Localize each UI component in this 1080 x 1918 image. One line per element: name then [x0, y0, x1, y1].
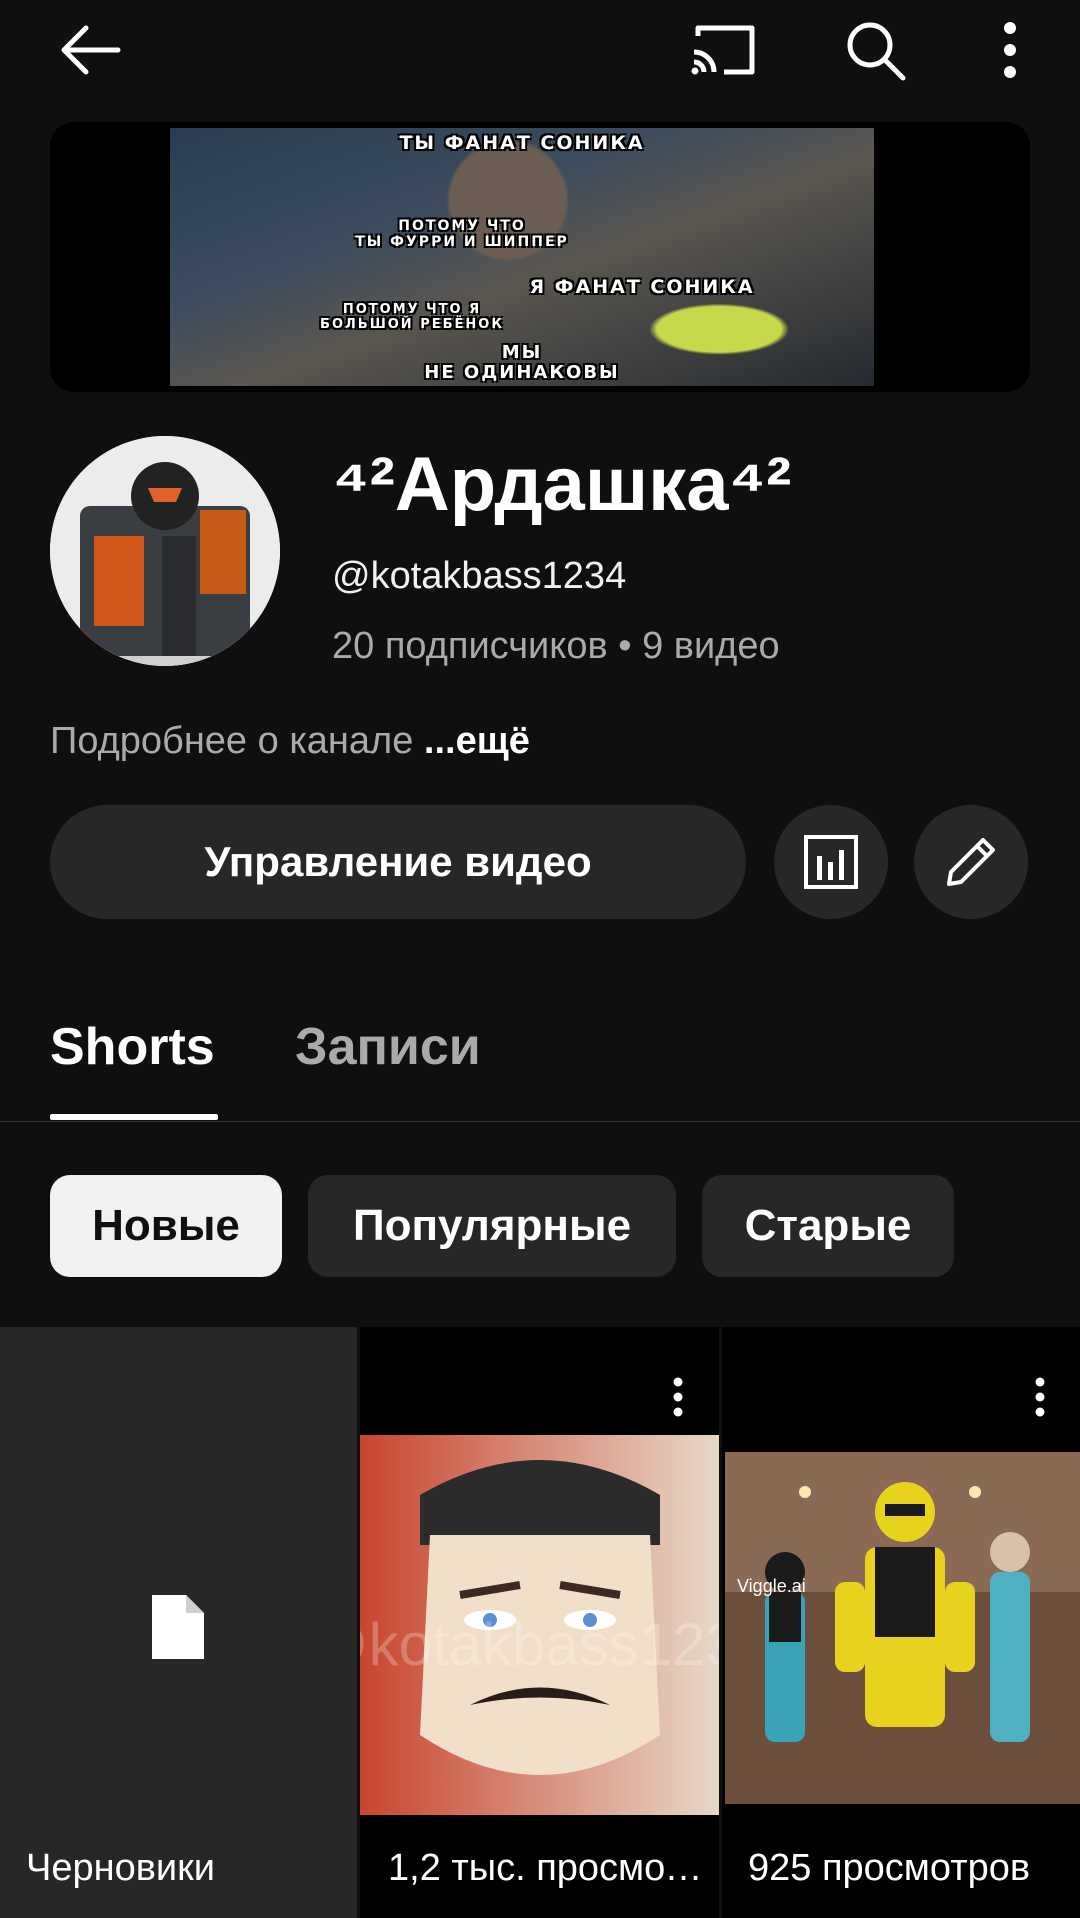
tab-posts[interactable]: Записи	[295, 1012, 481, 1082]
banner-text-line: ТЫ ФУРРИ И ШИППЕР	[355, 234, 569, 250]
short-tile[interactable]: Viggle.ai 925 просмотров	[722, 1327, 1080, 1918]
chip-popular[interactable]: Популярные	[308, 1175, 676, 1277]
top-app-bar	[0, 0, 1080, 100]
watermark-text: Viggle.ai	[737, 1576, 806, 1596]
about-text: Подробнее о канале	[50, 720, 414, 762]
channel-about-link[interactable]: Подробнее о канале ...ещё	[50, 716, 530, 766]
search-icon	[847, 22, 906, 81]
channel-handle: @kotakbass1234	[332, 555, 627, 597]
banner-text-line: ТЫ ФАНАТ СОНИКА	[399, 132, 645, 154]
channel-banner: ТЫ ФАНАТ СОНИКА ПОТОМУ ЧТО ТЫ ФУРРИ И ШИ…	[50, 122, 1030, 392]
robot-avatar-icon	[50, 436, 280, 666]
manage-videos-button[interactable]: Управление видео	[50, 805, 746, 919]
channel-name: ⁴²Ардашка⁴²	[332, 442, 792, 527]
tab-shorts[interactable]: Shorts	[50, 1012, 215, 1082]
banner-image: ТЫ ФАНАТ СОНИКА ПОТОМУ ЧТО ТЫ ФУРРИ И ШИ…	[170, 128, 874, 386]
analytics-button[interactable]	[774, 805, 888, 919]
short-thumbnail: Viggle.ai	[725, 1452, 1080, 1804]
short-thumbnail: @kotakbass1234	[360, 1435, 719, 1815]
drafts-tile[interactable]: Черновики	[0, 1327, 357, 1918]
banner-text-line: ПОТОМУ ЧТО	[398, 218, 526, 234]
chip-oldest[interactable]: Старые	[702, 1175, 954, 1277]
analytics-icon	[804, 835, 858, 889]
banner-text-line: НЕ ОДИНАКОВЫ	[424, 362, 620, 383]
pencil-icon	[947, 838, 995, 886]
more-options-button[interactable]	[970, 10, 1050, 90]
banner-text-line: МЫ	[501, 342, 543, 363]
channel-avatar[interactable]	[50, 436, 280, 666]
chip-newest[interactable]: Новые	[50, 1175, 282, 1277]
more-vert-icon	[673, 1377, 683, 1417]
short-more-button[interactable]	[658, 1367, 698, 1427]
more-vert-icon	[1035, 1377, 1045, 1417]
arrow-left-icon	[61, 25, 121, 75]
drafts-label: Черновики	[26, 1847, 215, 1889]
more-vert-icon	[1004, 22, 1016, 78]
cast-icon	[691, 25, 754, 75]
banner-text-line: ПОТОМУ ЧТО Я	[342, 302, 482, 317]
short-tile[interactable]: @kotakbass1234 1,2 тыс. просмотров	[360, 1327, 719, 1918]
edit-channel-button[interactable]	[914, 805, 1028, 919]
watermark-text: @kotakbass1234	[360, 1611, 719, 1678]
short-more-button[interactable]	[1020, 1367, 1060, 1427]
draft-file-icon	[152, 1595, 204, 1659]
banner-text-line: Я ФАНАТ СОНИКА	[529, 276, 755, 298]
short-views-label: 925 просмотров	[748, 1847, 1031, 1889]
cast-button[interactable]	[670, 10, 775, 90]
tab-selected-indicator	[50, 1114, 218, 1120]
about-more: ...ещё	[423, 720, 530, 762]
short-views-label: 1,2 тыс. просмотров	[388, 1847, 719, 1889]
channel-stats: 20 подписчиков • 9 видео	[332, 625, 780, 667]
tabs-divider	[0, 1121, 1080, 1122]
back-button[interactable]	[40, 10, 140, 90]
banner-text-line: БОЛЬШОЙ РЕБЁНОК	[320, 317, 504, 332]
search-button[interactable]	[830, 10, 920, 90]
